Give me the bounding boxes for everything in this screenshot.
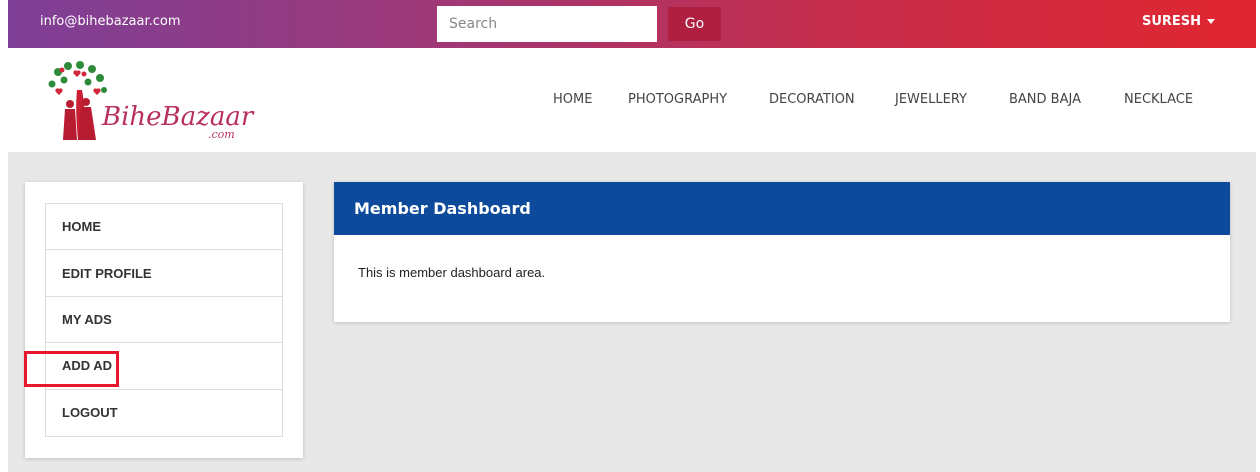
logo-subtext: .com <box>208 128 235 141</box>
caret-down-icon <box>1207 19 1216 24</box>
member-sidebar: HOME EDIT PROFILE MY ADS ADD AD LOGOUT <box>25 182 303 458</box>
panel-title: Member Dashboard <box>334 182 1230 235</box>
search-input[interactable] <box>437 6 657 42</box>
contact-email[interactable]: info@bihebazaar.com <box>40 14 181 29</box>
nav-item-home[interactable]: HOME <box>553 92 592 107</box>
nav-item-necklace[interactable]: NECKLACE <box>1124 92 1193 107</box>
nav-item-jewellery[interactable]: JEWELLERY <box>895 92 967 107</box>
site-header: BiheBazaar .com HOME PHOTOGRAPHY DECORAT… <box>8 48 1256 152</box>
dashboard-panel: Member Dashboard This is member dashboar… <box>334 182 1230 322</box>
nav-item-decoration[interactable]: DECORATION <box>769 92 855 107</box>
site-logo[interactable]: BiheBazaar .com <box>44 60 264 141</box>
panel-body-text: This is member dashboard area. <box>358 265 546 280</box>
sidebar-item-add-ad[interactable]: ADD AD <box>46 343 282 390</box>
sidebar-item-my-ads[interactable]: MY ADS <box>46 297 282 344</box>
go-button[interactable]: Go <box>668 7 721 41</box>
user-menu[interactable]: SURESH <box>1142 14 1216 29</box>
sidebar-item-logout[interactable]: LOGOUT <box>46 390 282 436</box>
top-bar: info@bihebazaar.com Go SURESH <box>8 0 1256 48</box>
sidebar-item-home[interactable]: HOME <box>46 204 282 251</box>
sidebar-item-edit-profile[interactable]: EDIT PROFILE <box>46 250 282 297</box>
nav-item-band-baja[interactable]: BAND BAJA <box>1009 92 1081 107</box>
sidebar-menu: HOME EDIT PROFILE MY ADS ADD AD LOGOUT <box>45 203 283 437</box>
user-name: SURESH <box>1142 14 1202 29</box>
nav-item-photography[interactable]: PHOTOGRAPHY <box>628 92 727 107</box>
